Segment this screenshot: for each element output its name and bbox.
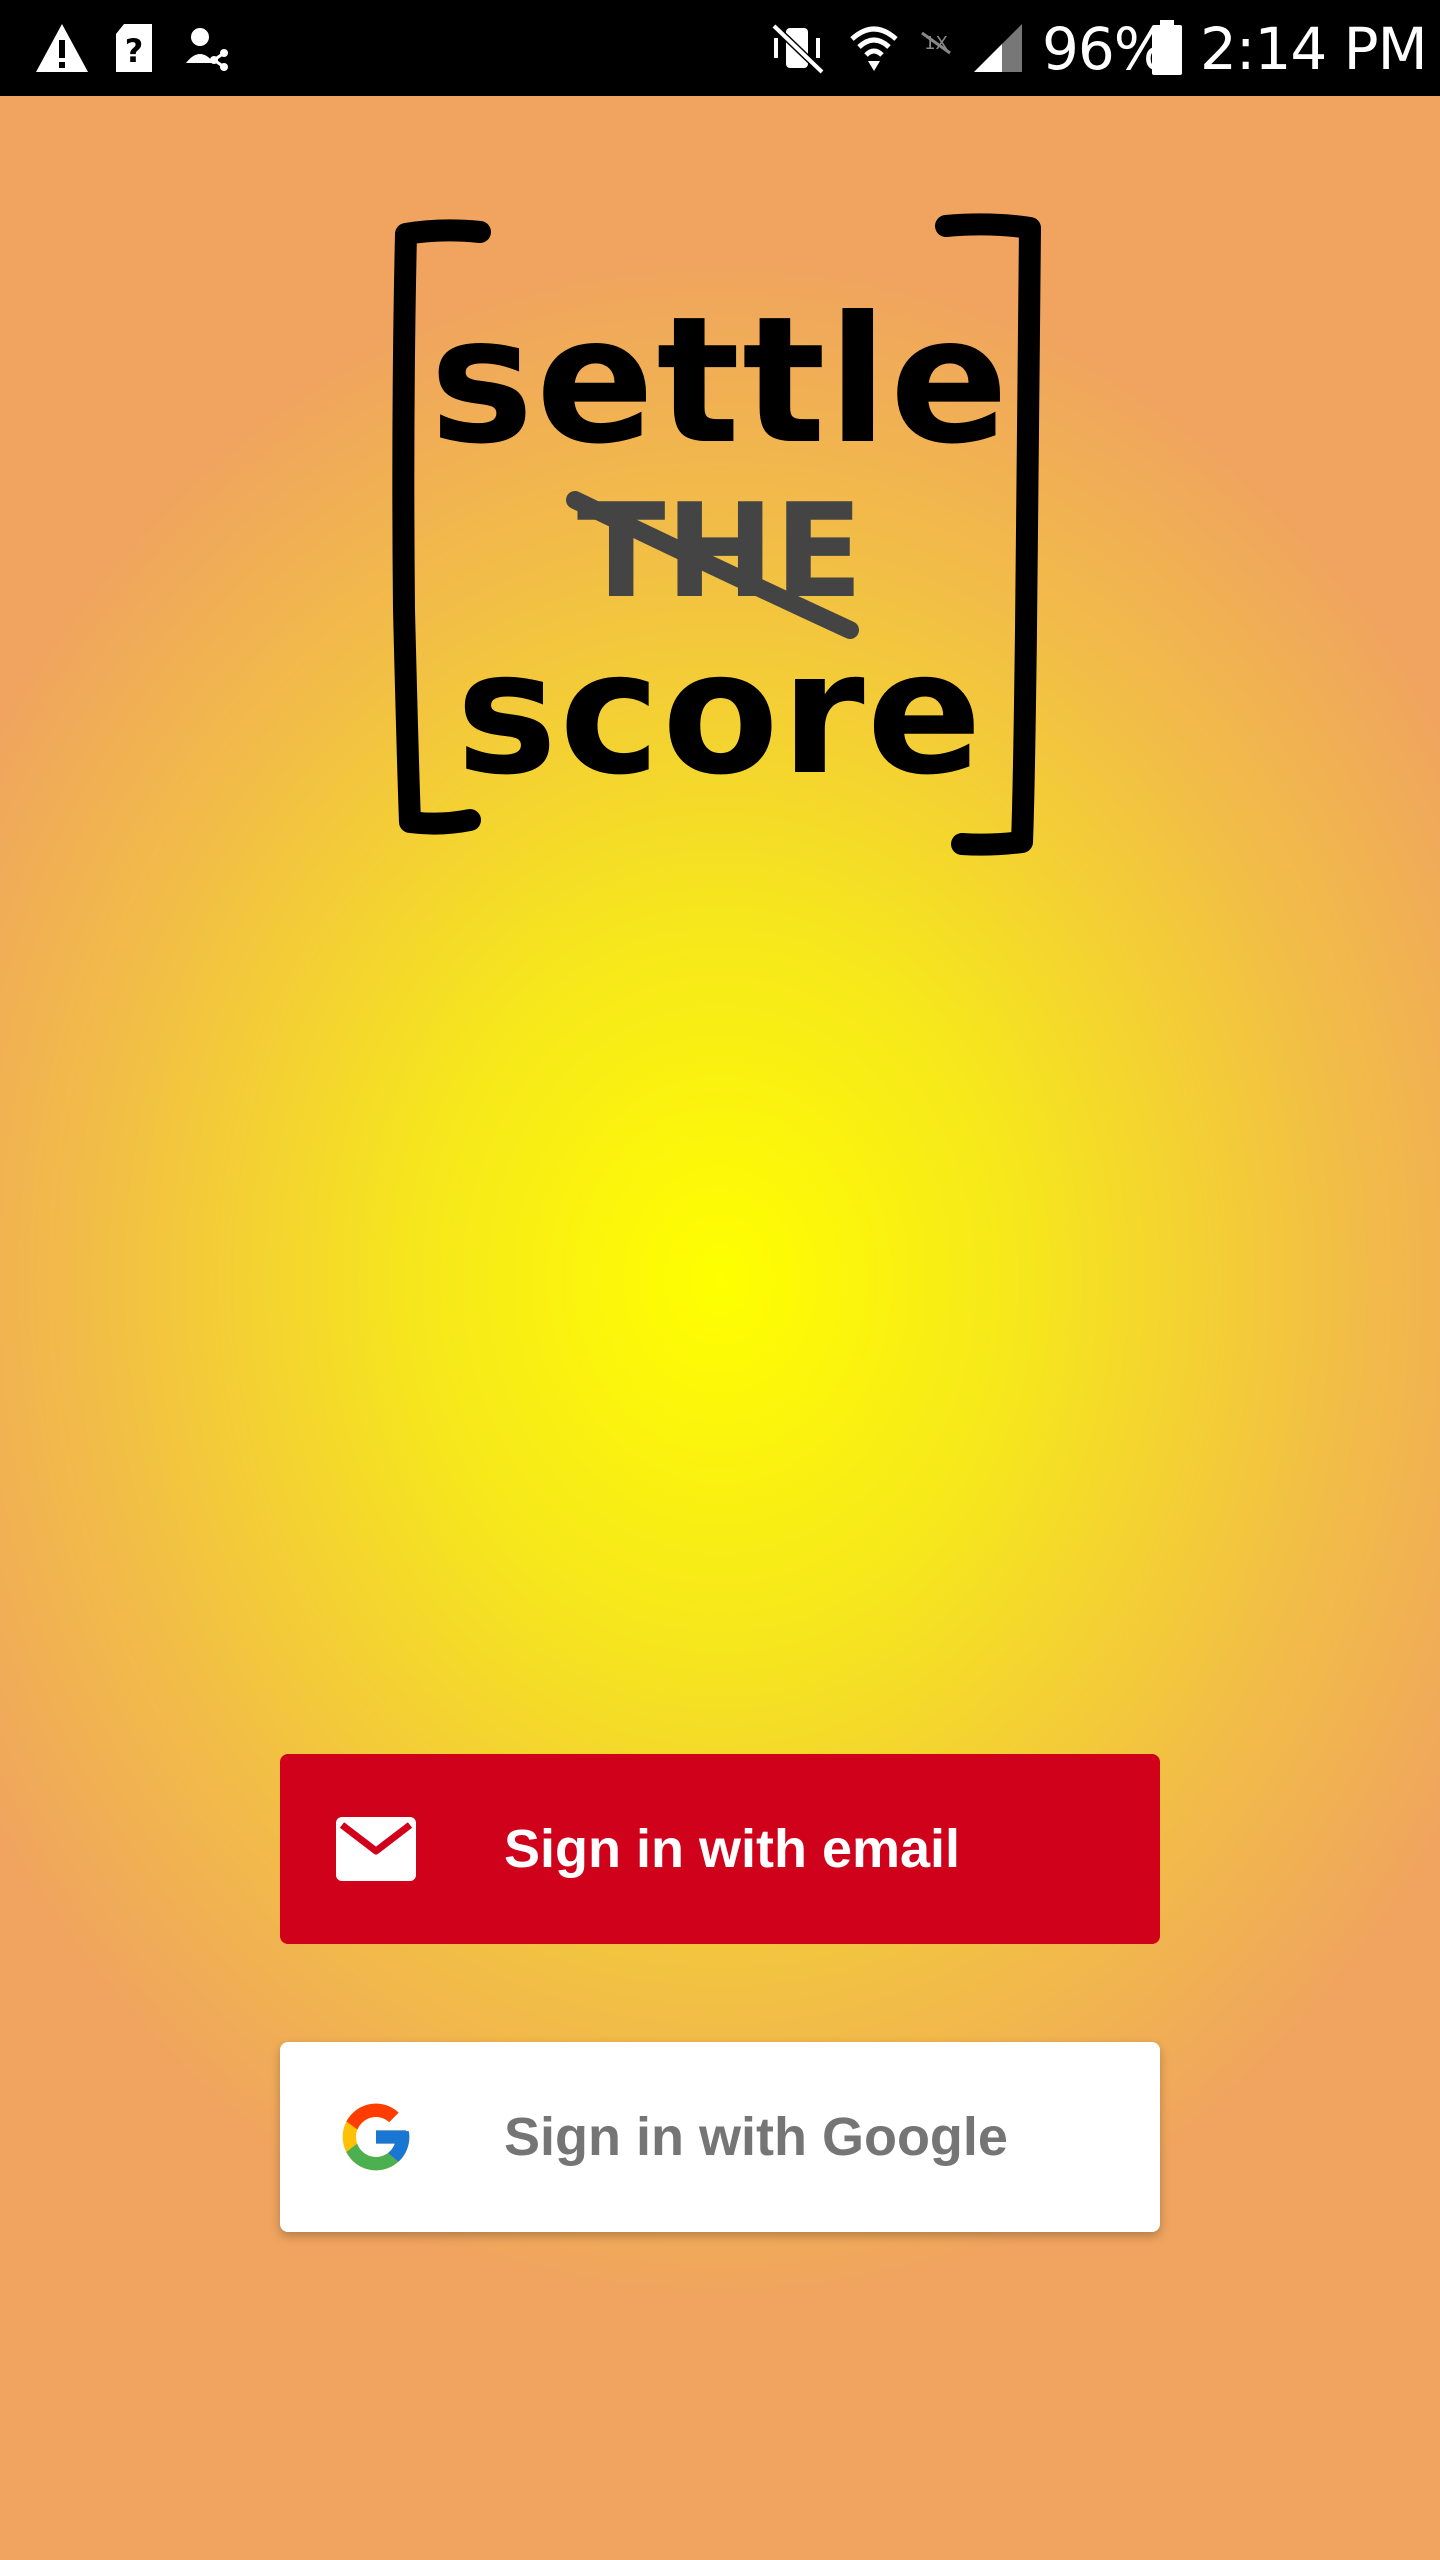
vibrate-mute-icon (770, 18, 826, 78)
sign-in-google-button[interactable]: Sign in with Google (280, 2042, 1160, 2232)
user-share-icon (184, 18, 234, 78)
no-data-icon: 1X (918, 14, 954, 74)
wifi-icon (848, 18, 900, 78)
logo-word-score: score (456, 615, 984, 813)
warning-icon (34, 18, 90, 78)
google-icon (336, 2097, 416, 2177)
signal-icon (972, 18, 1024, 78)
status-bar: ? 1X 96% 2:14 PM (0, 0, 1440, 96)
sign-in-google-label: Sign in with Google (504, 2107, 1008, 2167)
sign-in-email-label: Sign in with email (504, 1819, 961, 1879)
app-logo: settle THE score (390, 210, 1050, 860)
sign-in-email-button[interactable]: Sign in with email (280, 1754, 1160, 1944)
svg-text:?: ? (125, 32, 144, 70)
sim-unknown-icon: ? (114, 18, 154, 78)
clock: 2:14 PM (1200, 15, 1428, 83)
mail-icon (336, 1809, 416, 1889)
battery-icon (1150, 18, 1184, 78)
